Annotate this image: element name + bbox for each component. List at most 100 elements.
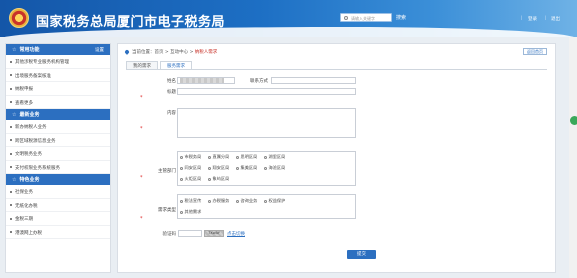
search-placeholder: 请输入关键字 bbox=[351, 16, 375, 21]
sidebar-item[interactable]: 其他涉税专业服务机构管理 bbox=[6, 55, 110, 69]
content-textarea[interactable] bbox=[177, 108, 356, 138]
sidebar-item-label: 文明税务业务 bbox=[15, 152, 42, 157]
captcha-refresh-link[interactable]: 点击切换 bbox=[227, 231, 245, 237]
radio-dept-option[interactable]: 翔安区局 bbox=[208, 165, 229, 171]
option-label: 税法宣传 bbox=[184, 198, 202, 203]
breadcrumb-prefix: 当前位置： bbox=[132, 50, 155, 55]
radio-type-option[interactable]: 其他需求 bbox=[180, 209, 201, 215]
option-label: 办税服务 bbox=[212, 198, 230, 203]
main-panel: 当前位置：首页 > 互动中心 > 纳税人需求 返回首页 我的需求 服务需求 姓名… bbox=[117, 43, 556, 273]
search-icon bbox=[344, 16, 348, 20]
sidebar-item[interactable]: 查看更多 bbox=[6, 96, 110, 109]
star-icon: ☆ bbox=[12, 47, 17, 53]
radio-dept-option[interactable]: 同安区局 bbox=[180, 165, 201, 171]
submit-button[interactable]: 提交 bbox=[347, 250, 376, 259]
sidebar-item[interactable]: 社保业务 bbox=[6, 185, 110, 199]
radio-dept-option[interactable]: 火炬区局 bbox=[180, 176, 201, 182]
radio-icon bbox=[264, 199, 267, 203]
radio-dept-option[interactable]: 象屿区局 bbox=[208, 176, 229, 182]
captcha-label: 验证码 bbox=[162, 232, 177, 237]
section-title: 特色业务 bbox=[19, 177, 40, 183]
bullet-icon bbox=[10, 204, 12, 206]
radio-dept-option[interactable]: 市税务局 bbox=[180, 154, 201, 160]
sidebar-item[interactable]: 无纸化办税 bbox=[6, 199, 110, 212]
sidebar-item-label: 其他涉税专业服务机构管理 bbox=[15, 60, 69, 65]
floating-service-button[interactable] bbox=[570, 116, 577, 125]
radio-dept-option[interactable]: 海沧区局 bbox=[264, 165, 285, 171]
required-marker: * bbox=[140, 126, 143, 132]
search-button[interactable]: 搜索 bbox=[396, 14, 406, 21]
login-link[interactable]: 登录 bbox=[528, 16, 537, 22]
sidebar-item-label: 新办纳税人业务 bbox=[15, 125, 47, 130]
radio-type-option[interactable]: 办税服务 bbox=[208, 198, 229, 204]
radio-type-option[interactable]: 权益保护 bbox=[264, 198, 285, 204]
sidebar-item-label: 跨区域税源信息业务 bbox=[15, 138, 56, 144]
name-label: 姓名 bbox=[167, 79, 176, 84]
radio-dept-option[interactable]: 湖里区局 bbox=[264, 154, 285, 160]
option-label: 海沧区局 bbox=[268, 165, 286, 170]
radio-icon bbox=[236, 155, 239, 159]
radio-icon bbox=[236, 166, 239, 170]
page-scrollbar[interactable] bbox=[569, 37, 577, 278]
tab-service-requests[interactable]: 服务需求 bbox=[160, 61, 192, 69]
sidebar-item-label: 金税三期 bbox=[15, 217, 33, 222]
radio-dept-option[interactable]: 直属分局 bbox=[208, 154, 229, 160]
sidebar-item[interactable]: 金税三期 bbox=[6, 212, 110, 226]
sidebar-item[interactable]: 新办纳税人业务 bbox=[6, 120, 110, 134]
radio-icon bbox=[180, 199, 183, 203]
radio-type-option[interactable]: 税法宣传 bbox=[180, 198, 201, 204]
header-divider: | bbox=[521, 16, 523, 21]
sidebar-item-label: 出境服务备案核准 bbox=[15, 73, 51, 79]
radio-icon bbox=[208, 177, 211, 181]
sidebar-item[interactable]: 出境服务备案核准 bbox=[6, 69, 110, 82]
tab-bar: 我的需求 服务需求 bbox=[126, 61, 194, 69]
site-title: 国家税务总局厦门市电子税务局 bbox=[36, 15, 226, 30]
required-marker: * bbox=[140, 216, 143, 222]
radio-icon bbox=[180, 166, 183, 170]
contact-field[interactable] bbox=[271, 77, 356, 84]
option-label: 其他需求 bbox=[184, 209, 202, 214]
sidebar-item-label: 支付权限业务系统服务 bbox=[15, 165, 60, 171]
logout-link[interactable]: 退出 bbox=[551, 16, 560, 22]
radio-icon bbox=[208, 166, 211, 170]
bullet-icon bbox=[10, 152, 12, 155]
sidebar-item[interactable]: 纳税申报 bbox=[6, 82, 110, 96]
radio-dept-option[interactable]: 思明区局 bbox=[236, 154, 257, 160]
bullet-icon bbox=[10, 217, 12, 220]
sidebar-item[interactable]: 港澳网上办税 bbox=[6, 226, 110, 239]
sidebar: ☆ 常用功能 设置 其他涉税专业服务机构管理 出境服务备案核准 纳税申报 查看更多… bbox=[5, 43, 111, 273]
radio-icon bbox=[180, 155, 183, 159]
radio-type-option[interactable]: 咨询业务 bbox=[236, 198, 257, 204]
radio-icon bbox=[264, 155, 267, 159]
name-redacted bbox=[180, 78, 224, 83]
sidebar-item-label: 无纸化办税 bbox=[15, 203, 38, 209]
radio-icon bbox=[180, 177, 183, 181]
required-marker: * bbox=[140, 95, 143, 101]
breadcrumb-home[interactable]: 首页 bbox=[155, 50, 164, 55]
title-label: 标题 bbox=[167, 90, 176, 95]
option-label: 象屿区局 bbox=[212, 176, 230, 181]
sidebar-item[interactable]: 文明税务业务 bbox=[6, 147, 110, 161]
radio-dept-option[interactable]: 集美区局 bbox=[236, 165, 257, 171]
tab-divider bbox=[126, 69, 547, 70]
return-home-button[interactable]: 返回首页 bbox=[523, 48, 547, 55]
search-input[interactable]: 请输入关键字 bbox=[340, 13, 392, 22]
radio-icon bbox=[264, 166, 267, 170]
captcha-input[interactable] bbox=[178, 230, 202, 237]
option-label: 同安区局 bbox=[184, 165, 202, 170]
breadcrumb-interaction-center[interactable]: 互动中心 bbox=[170, 50, 188, 55]
site-header: 国家税务总局厦门市电子税务局 请输入关键字 搜索 | 登录 | 退出 bbox=[0, 0, 577, 37]
option-label: 集美区局 bbox=[240, 165, 258, 170]
radio-icon bbox=[180, 210, 183, 214]
department-label: 主管部门 bbox=[158, 169, 176, 174]
sidebar-item[interactable]: 支付权限业务系统服务 bbox=[6, 161, 110, 174]
sidebar-item-label: 查看更多 bbox=[15, 100, 33, 106]
title-field[interactable] bbox=[177, 88, 356, 95]
settings-link[interactable]: 设置 bbox=[95, 47, 104, 53]
sidebar-item[interactable]: 跨区域税源信息业务 bbox=[6, 134, 110, 147]
bullet-icon bbox=[10, 231, 12, 233]
tab-my-requests[interactable]: 我的需求 bbox=[126, 61, 158, 69]
captcha-image[interactable]: 7XwAY bbox=[204, 230, 224, 237]
sidebar-section-latest: ☆ 最新业务 bbox=[6, 109, 110, 120]
bullet-icon bbox=[10, 101, 12, 103]
